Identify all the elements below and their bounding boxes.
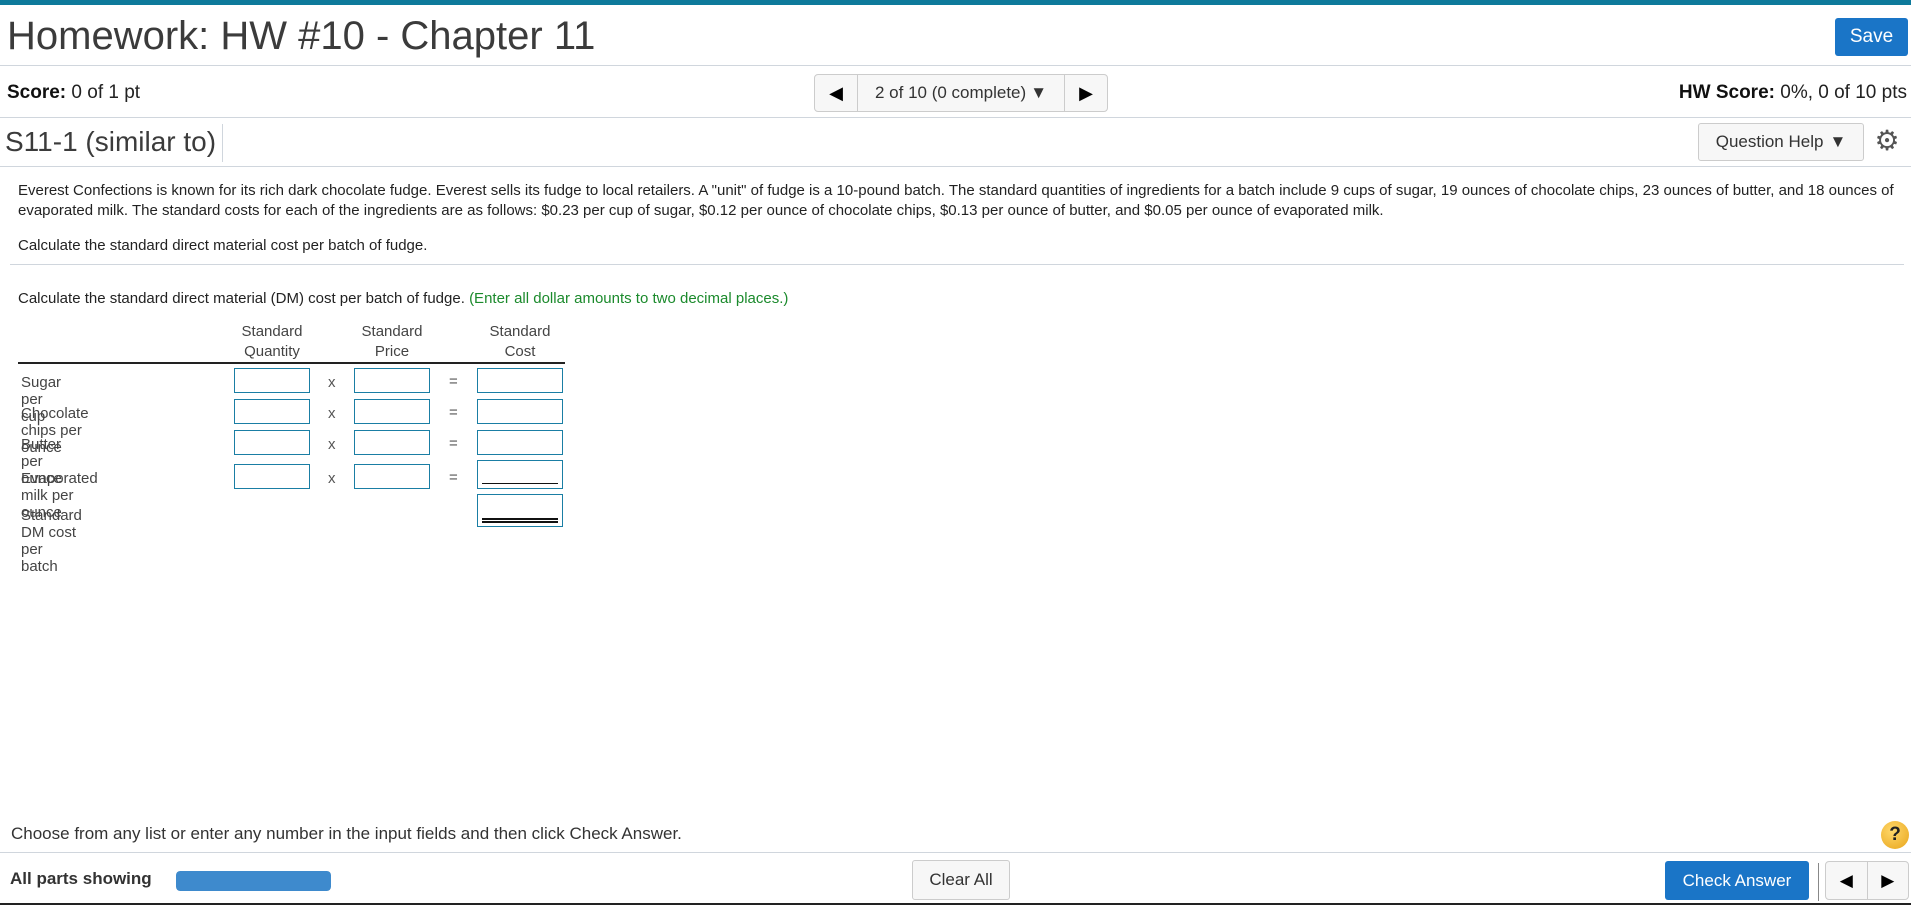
triangle-left-icon: ◀	[829, 82, 843, 103]
column-header-cost: Standard Cost	[477, 322, 563, 362]
score-bar: Score: 0 of 1 pt ◀ 2 of 10 (0 complete) …	[0, 66, 1911, 118]
page-title: Homework: HW #10 - Chapter 11	[7, 14, 596, 58]
header-line: Cost	[504, 343, 536, 360]
single-underline	[482, 483, 558, 484]
triangle-down-icon: ▼	[1030, 83, 1048, 102]
chocolate-chips-price-input[interactable]	[354, 399, 430, 424]
total-dm-cost-input[interactable]	[477, 494, 563, 527]
sugar-price-input[interactable]	[354, 368, 430, 393]
triangle-right-icon: ▶	[1881, 870, 1895, 890]
question-header: S11-1 (similar to) Question Help ▼ ⚙	[0, 118, 1911, 167]
progress-fill	[176, 871, 331, 891]
row-label-total: Standard DM cost per batch	[21, 507, 82, 575]
question-select-dropdown[interactable]: 2 of 10 (0 complete) ▼	[857, 75, 1065, 111]
equals-sign: =	[449, 469, 458, 486]
part-instruction: Calculate the standard direct material (…	[18, 290, 788, 307]
hw-score: HW Score: 0%, 0 of 10 pts	[1679, 82, 1907, 104]
times-sign: x	[328, 405, 336, 422]
equals-sign: =	[449, 373, 458, 390]
check-answer-button[interactable]: Check Answer	[1665, 861, 1809, 900]
next-question-button[interactable]: ▶	[1866, 862, 1909, 899]
equals-sign: =	[449, 435, 458, 452]
butter-cost-input[interactable]	[477, 430, 563, 455]
separator	[1818, 863, 1819, 901]
help-icon[interactable]: ?	[1881, 821, 1909, 849]
triangle-right-icon: ▶	[1079, 82, 1093, 103]
parts-progress-bar	[176, 871, 331, 891]
bottom-question-navigator: ◀ ▶	[1825, 861, 1909, 900]
question-help-label: Question Help	[1715, 132, 1824, 151]
times-sign: x	[328, 374, 336, 391]
question-score: Score: 0 of 1 pt	[7, 82, 140, 104]
header-line: Standard	[241, 323, 303, 340]
column-header-quantity: Standard Quantity	[234, 322, 310, 362]
hw-score-value: 0%, 0 of 10 pts	[1780, 82, 1907, 103]
butter-quantity-input[interactable]	[234, 430, 310, 455]
part-hint: (Enter all dollar amounts to two decimal…	[469, 290, 789, 307]
question-help-button[interactable]: Question Help ▼	[1698, 123, 1864, 161]
header-line: Standard	[489, 323, 551, 340]
sugar-cost-input[interactable]	[477, 368, 563, 393]
question-navigator: ◀ 2 of 10 (0 complete) ▼ ▶	[814, 74, 1108, 112]
title-bar: Homework: HW #10 - Chapter 11 Save	[0, 5, 1911, 66]
evaporated-milk-cost-input[interactable]	[477, 460, 563, 489]
question-id: S11-1 (similar to)	[5, 124, 224, 162]
part-instruction-text: Calculate the standard direct material (…	[18, 290, 465, 307]
previous-question-button[interactable]: ◀	[1826, 862, 1867, 899]
hw-score-label: HW Score:	[1678, 82, 1775, 103]
bottom-toolbar: All parts showing Clear All Check Answer…	[0, 852, 1911, 905]
triangle-left-icon: ◀	[1839, 870, 1853, 890]
chocolate-chips-cost-input[interactable]	[477, 399, 563, 424]
triangle-down-icon: ▼	[1829, 132, 1847, 151]
header-line: Standard	[361, 323, 423, 340]
butter-price-input[interactable]	[354, 430, 430, 455]
question-position: 2 of 10 (0 complete)	[874, 83, 1027, 102]
gear-icon[interactable]: ⚙	[1873, 127, 1901, 155]
previous-question-button[interactable]: ◀	[815, 75, 857, 111]
column-header-price: Standard Price	[354, 322, 430, 362]
header-rule	[18, 362, 565, 364]
next-question-button[interactable]: ▶	[1065, 75, 1107, 111]
header-line: Price	[374, 343, 410, 360]
score-value: 0 of 1 pt	[71, 82, 141, 103]
divider	[10, 264, 1904, 265]
evaporated-milk-price-input[interactable]	[354, 464, 430, 489]
problem-task: Calculate the standard direct material c…	[18, 237, 428, 254]
times-sign: x	[328, 436, 336, 453]
problem-statement: Everest Confections is known for its ric…	[18, 182, 1894, 219]
header-line: Quantity	[244, 343, 300, 360]
double-underline	[482, 518, 558, 523]
parts-showing-label: All parts showing	[10, 869, 152, 888]
times-sign: x	[328, 470, 336, 487]
sugar-quantity-input[interactable]	[234, 368, 310, 393]
equals-sign: =	[449, 404, 458, 421]
clear-all-button[interactable]: Clear All	[912, 860, 1010, 900]
save-button[interactable]: Save	[1835, 18, 1908, 56]
answer-instruction: Choose from any list or enter any number…	[11, 824, 682, 843]
evaporated-milk-quantity-input[interactable]	[234, 464, 310, 489]
chocolate-chips-quantity-input[interactable]	[234, 399, 310, 424]
score-label: Score:	[7, 82, 67, 103]
